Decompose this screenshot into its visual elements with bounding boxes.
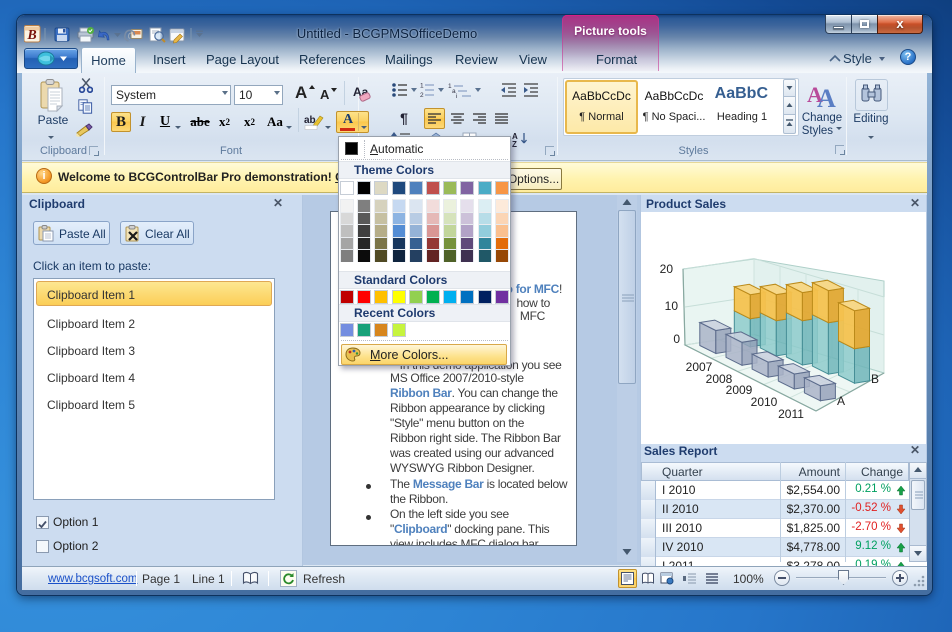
svg-text:2010: 2010 <box>751 395 778 409</box>
svg-text:20: 20 <box>660 262 674 276</box>
svg-text:i: i <box>456 93 457 100</box>
svg-text:Z: Z <box>512 140 517 148</box>
svg-text:B: B <box>871 372 879 386</box>
svg-text:2009: 2009 <box>726 383 753 397</box>
svg-text:1: 1 <box>420 83 424 90</box>
svg-text:2: 2 <box>420 92 424 99</box>
svg-text:2011: 2011 <box>778 407 804 421</box>
svg-text:B: B <box>26 28 36 43</box>
svg-text:A: A <box>817 84 836 109</box>
svg-text:0: 0 <box>673 332 680 346</box>
svg-text:10: 10 <box>665 299 679 313</box>
svg-text:A: A <box>837 394 845 408</box>
